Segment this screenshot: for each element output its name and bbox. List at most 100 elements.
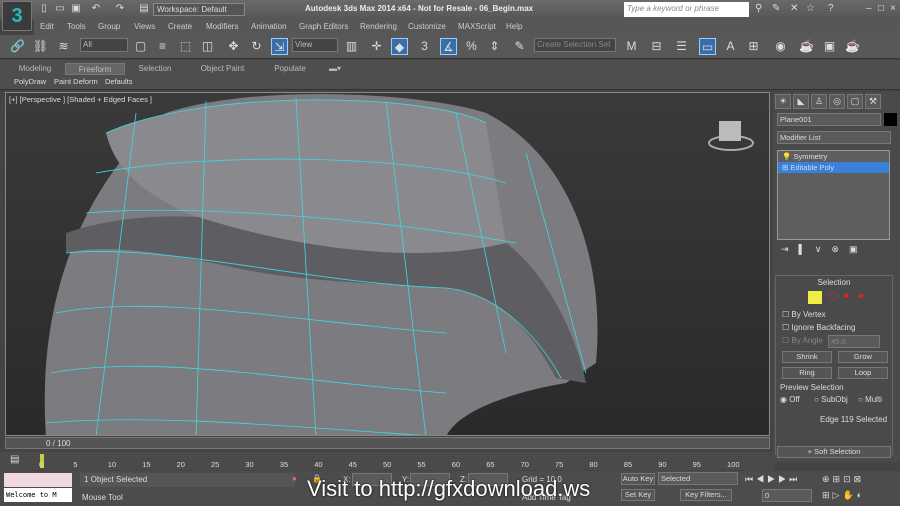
tab-freeform[interactable]: Freeform [65, 63, 125, 75]
percent-snap-icon[interactable]: % [463, 38, 480, 55]
wrench-icon[interactable]: ✎ [772, 3, 780, 14]
preview-multi-radio[interactable]: ○ Multi [858, 395, 882, 404]
menu-create[interactable]: Create [168, 22, 192, 31]
menu-animation[interactable]: Animation [251, 22, 287, 31]
time-slider[interactable]: 0 / 100 [5, 437, 770, 449]
menu-modifiers[interactable]: Modifiers [206, 22, 238, 31]
window-crossing-icon[interactable]: ◫ [199, 38, 216, 55]
rotate-icon[interactable]: ↻ [248, 38, 265, 55]
maxscript-listener-white[interactable]: Welcome to M [4, 488, 72, 502]
subtab-paint-deform[interactable]: Paint Deform [54, 77, 98, 86]
angle-spinner[interactable]: 45.0 [828, 335, 880, 348]
material-editor-icon[interactable]: ◉ [772, 38, 789, 55]
select-by-name-icon[interactable]: ≡ [154, 38, 171, 55]
undo-icon[interactable]: ↶ [90, 3, 102, 15]
element-mode-icon[interactable]: ▰ [858, 291, 864, 300]
maximize-icon[interactable]: □ [878, 3, 884, 14]
new-file-icon[interactable]: ▯ [38, 3, 50, 15]
tab-populate[interactable]: Populate [265, 63, 315, 75]
align-icon[interactable]: ⊟ [648, 38, 665, 55]
menu-graph-editors[interactable]: Graph Editors [299, 22, 348, 31]
auto-key-button[interactable]: Auto Key [621, 473, 655, 485]
edit-named-selection-icon[interactable]: ✎ [511, 38, 528, 55]
pivot-center-icon[interactable]: ▥ [343, 38, 360, 55]
key-filters-button[interactable]: Key Filters... [680, 489, 732, 501]
menu-maxscript[interactable]: MAXScript [458, 22, 496, 31]
soft-selection-rollout[interactable]: + Soft Selection [777, 446, 891, 458]
create-tab-icon[interactable]: ☀ [775, 94, 791, 109]
grow-button[interactable]: Grow [838, 351, 888, 363]
subtab-polydraw[interactable]: PolyDraw [14, 77, 46, 86]
spinner-snap-icon[interactable]: ⇕ [486, 38, 503, 55]
move-icon[interactable]: ✥ [225, 38, 242, 55]
open-file-icon[interactable]: ▭ [54, 3, 66, 15]
search-input[interactable]: Type a keyword or phrase [624, 2, 749, 17]
loop-button[interactable]: Loop [838, 367, 888, 379]
maxscript-listener-pink[interactable] [4, 473, 72, 487]
menu-edit[interactable]: Edit [40, 22, 54, 31]
menu-views[interactable]: Views [134, 22, 155, 31]
favorites-icon[interactable]: ☆ [806, 3, 815, 14]
minimize-icon[interactable]: – [866, 3, 872, 14]
tab-object-paint[interactable]: Object Paint [195, 63, 250, 75]
keyboard-shortcut-toggle-icon[interactable]: ◆ [391, 38, 408, 55]
curve-editor-icon[interactable]: A [722, 38, 739, 55]
render-setup-icon[interactable]: ☕ [798, 38, 815, 55]
by-angle-checkbox[interactable]: ☐ By Angle [782, 336, 823, 345]
display-tab-icon[interactable]: ▢ [847, 94, 863, 109]
tab-selection[interactable]: Selection [130, 63, 180, 75]
app-menu-button[interactable]: 3 [2, 1, 32, 31]
render-production-icon[interactable]: ☕ [844, 38, 861, 55]
unlink-icon[interactable]: ⛓ [32, 38, 49, 55]
menu-rendering[interactable]: Rendering [360, 22, 397, 31]
help-icon[interactable]: ? [828, 3, 834, 14]
modify-tab-icon[interactable]: ◣ [793, 94, 809, 109]
by-vertex-checkbox[interactable]: ☐ By Vertex [782, 310, 826, 319]
key-mode-dropdown[interactable]: Selected [658, 472, 738, 485]
stack-controls[interactable]: ⇥▌∨⊗▣ [781, 244, 891, 255]
viewcube[interactable] [708, 121, 754, 151]
isolate-icon[interactable]: ● [292, 474, 297, 483]
workspace-dropdown[interactable]: Workspace: Default [153, 3, 245, 16]
selection-filter-dropdown[interactable]: All [80, 38, 128, 52]
scale-icon[interactable]: ⇲ [271, 38, 288, 55]
menu-customize[interactable]: Customize [408, 22, 446, 31]
polygon-mode-icon[interactable]: ■ [844, 291, 849, 300]
redo-icon[interactable]: ↷ [114, 3, 126, 15]
vertex-mode-icon[interactable]: ⋰ [794, 291, 802, 300]
hierarchy-tab-icon[interactable]: ♙ [811, 94, 827, 109]
current-frame-field[interactable]: 0 [762, 489, 812, 502]
viewport-navigation-controls[interactable]: ⊕⊞⊡⊠ [822, 474, 864, 485]
schematic-view-icon[interactable]: ⊞ [745, 38, 762, 55]
graphite-toggle-icon[interactable]: ▭ [699, 38, 716, 55]
select-object-icon[interactable]: ▢ [132, 38, 149, 55]
rollout-title[interactable]: Selection [776, 278, 892, 287]
binoculars-icon[interactable]: ⚲ [755, 3, 762, 14]
edge-mode-icon[interactable] [808, 291, 822, 304]
modifier-list-dropdown[interactable]: Modifier List [777, 131, 891, 144]
menu-help[interactable]: Help [506, 22, 522, 31]
preview-off-radio[interactable]: ◉ Off [780, 395, 800, 404]
mirror-icon[interactable]: M [623, 38, 640, 55]
ribbon-options-icon[interactable]: ▬▾ [325, 63, 345, 75]
subtab-defaults[interactable]: Defaults [105, 77, 133, 86]
close-icon[interactable]: × [890, 3, 896, 14]
layer-manager-icon[interactable]: ☰ [673, 38, 690, 55]
perspective-viewport[interactable]: [+] [Perspective ] [Shaded + Edged Faces… [5, 92, 770, 436]
menu-group[interactable]: Group [98, 22, 120, 31]
object-color-swatch[interactable] [884, 113, 897, 126]
link-icon[interactable]: 🔗 [9, 38, 26, 55]
ring-button[interactable]: Ring [782, 367, 832, 379]
ignore-backfacing-checkbox[interactable]: ☐ Ignore Backfacing [782, 323, 855, 332]
save-icon[interactable]: ▣ [70, 3, 82, 15]
object-name-field[interactable]: Plane001 [777, 113, 881, 126]
snaps-toggle-icon[interactable]: 3 [416, 38, 433, 55]
mini-curve-editor-icon[interactable]: ▤ [10, 454, 19, 465]
viewport-navigation-controls-2[interactable]: ⊞▷✋◐ [822, 490, 865, 501]
project-folder-icon[interactable]: ▤ [138, 3, 150, 15]
select-manipulate-icon[interactable]: ✛ [368, 38, 385, 55]
viewport-label[interactable]: [+] [Perspective ] [Shaded + Edged Faces… [9, 95, 152, 104]
tab-modeling[interactable]: Modeling [10, 63, 60, 75]
set-key-button[interactable]: Set Key [621, 489, 655, 501]
communication-icon[interactable]: ✕ [790, 3, 798, 14]
